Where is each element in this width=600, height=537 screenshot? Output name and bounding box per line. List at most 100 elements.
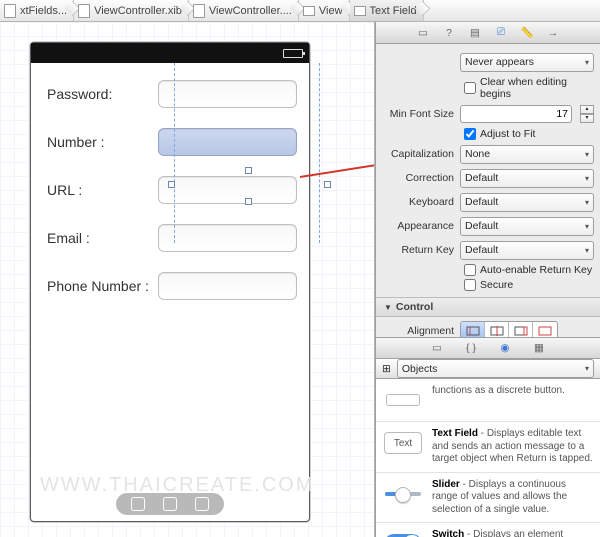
crumb-viewcontroller[interactable]: ViewController.... — [189, 0, 299, 21]
alignment-guide — [319, 63, 320, 243]
adjust-to-fit-checkbox[interactable] — [464, 128, 476, 140]
crumb-view[interactable]: View — [299, 0, 350, 21]
alignment-guide — [174, 63, 175, 243]
form-row: Phone Number : — [47, 271, 297, 301]
popup-value: None — [465, 148, 490, 160]
crumb-textfield[interactable]: Text Field — [350, 0, 424, 21]
breadcrumb-bar: xtFields... ViewController.xib ViewContr… — [0, 0, 600, 22]
field-label: URL : — [47, 182, 158, 198]
disclosure-triangle-icon: ▼ — [384, 303, 392, 312]
min-font-field[interactable] — [460, 105, 572, 123]
form-row: URL : — [47, 175, 297, 205]
form-row: Email : — [47, 223, 297, 253]
library-item-slider[interactable]: Slider - Displays a continuous range of … — [376, 473, 600, 524]
field-label: Password: — [47, 86, 158, 102]
file-icon — [4, 4, 16, 18]
chevron-icon: ▾ — [585, 246, 589, 255]
object-filter-bar: ⊞ Objects ▾ — [376, 359, 600, 379]
chevron-icon: ▾ — [585, 364, 589, 373]
appearance-popup[interactable]: Default ▾ — [460, 217, 594, 236]
chevron-icon: ▾ — [585, 174, 589, 183]
code-snippet-tab[interactable]: { } — [463, 342, 479, 354]
popup-value: Default — [465, 220, 498, 232]
popup-value: Objects — [402, 363, 438, 375]
popup-value: Never appears — [465, 56, 534, 68]
library-item-switch[interactable]: Switch - Displays an element showing the… — [376, 523, 600, 537]
popup-value: Default — [465, 196, 498, 208]
switch-icon — [382, 529, 424, 537]
media-library-tab[interactable]: ▦ — [531, 342, 547, 354]
crumb-label: xtFields... — [20, 5, 67, 17]
library-desc: Switch - Displays an element showing the… — [432, 529, 594, 537]
ib-canvas[interactable]: Password: Number : URL : Email : Phone N… — [0, 22, 375, 537]
number-field[interactable] — [158, 128, 297, 156]
field-label: Number : — [47, 134, 158, 150]
align-center-seg[interactable] — [485, 322, 509, 337]
crumb-project[interactable]: xtFields... — [0, 0, 74, 21]
device-mock[interactable]: Password: Number : URL : Email : Phone N… — [30, 42, 310, 522]
crumb-label: Text Field — [370, 5, 417, 17]
connections-tab[interactable]: → — [545, 25, 561, 41]
object-library[interactable]: functions as a discrete button. Text Tex… — [376, 379, 600, 537]
inspector-tabs: ▭ ? ▤ ⎚ 📏 → — [376, 22, 600, 44]
correction-label: Correction — [382, 172, 454, 184]
h-alignment-segmented[interactable] — [460, 321, 558, 337]
field-label: Phone Number : — [47, 278, 158, 294]
field-label: Email : — [47, 230, 158, 246]
phone-field[interactable] — [158, 272, 297, 300]
grid-icon[interactable]: ⊞ — [382, 363, 391, 375]
library-item-textfield[interactable]: Text Text Field - Displays editable text… — [376, 422, 600, 473]
checkbox-label: Secure — [480, 279, 513, 291]
capitalization-label: Capitalization — [382, 148, 454, 160]
align-fill-seg[interactable] — [533, 322, 557, 337]
correction-popup[interactable]: Default ▾ — [460, 169, 594, 188]
crumb-label: ViewController.xib — [94, 5, 182, 17]
appearance-label: Appearance — [382, 220, 454, 232]
url-field[interactable] — [158, 176, 297, 204]
objects-popup[interactable]: Objects ▾ — [397, 359, 594, 378]
object-library-tab[interactable]: ◉ — [497, 342, 513, 354]
form-row: Number : — [47, 127, 297, 157]
min-font-stepper[interactable]: ▴▾ — [580, 105, 594, 123]
crumb-xib[interactable]: ViewController.xib — [74, 0, 189, 21]
password-field[interactable] — [158, 80, 297, 108]
align-left-seg[interactable] — [461, 322, 485, 337]
attributes-tab[interactable]: ⎚ — [493, 25, 509, 41]
clear-button-popup[interactable]: Never appears▾ — [460, 53, 594, 72]
view-icon — [354, 6, 366, 16]
quickhelp-tab[interactable]: ? — [441, 25, 457, 41]
auto-return-checkbox[interactable] — [464, 264, 476, 276]
identity-tab[interactable]: ▤ — [467, 25, 483, 41]
clear-editing-checkbox[interactable] — [464, 82, 476, 94]
file-inspector-tab[interactable]: ▭ — [415, 25, 431, 41]
form-row: Password: — [47, 79, 297, 109]
watermark: WWW.THAICREATE.COM — [40, 474, 315, 497]
returnkey-label: Return Key — [382, 244, 454, 256]
popup-value: Default — [465, 172, 498, 184]
email-field[interactable] — [158, 224, 297, 252]
checkbox-label: Auto-enable Return Key — [480, 264, 592, 276]
align-right-seg[interactable] — [509, 322, 533, 337]
section-title: Control — [396, 301, 433, 313]
keyboard-popup[interactable]: Default▾ — [460, 193, 594, 212]
slider-icon — [382, 479, 424, 509]
library-item-button[interactable]: functions as a discrete button. — [376, 379, 600, 422]
keyboard-label: Keyboard — [382, 196, 454, 208]
inspector-pane: ▭ ? ▤ ⎚ 📏 → Never appears▾ Clear when ed… — [375, 22, 600, 537]
control-section-header[interactable]: ▼ Control — [376, 297, 600, 317]
chevron-icon: ▾ — [585, 150, 589, 159]
file-icon — [78, 4, 90, 18]
file-template-tab[interactable]: ▭ — [429, 342, 445, 354]
capitalization-popup[interactable]: None ▾ — [460, 145, 594, 164]
popup-value: Default — [465, 244, 498, 256]
chevron-icon: ▾ — [585, 222, 589, 231]
min-font-label: Min Font Size — [382, 108, 454, 120]
view-icon — [303, 6, 315, 16]
annotation-arrow — [300, 157, 375, 190]
checkbox-label: Clear when editing begins — [480, 76, 594, 100]
returnkey-popup[interactable]: Default ▾ — [460, 241, 594, 260]
file-icon — [193, 4, 205, 18]
secure-checkbox[interactable] — [464, 279, 476, 291]
textfield-icon: Text — [382, 428, 424, 458]
size-tab[interactable]: 📏 — [519, 25, 535, 41]
